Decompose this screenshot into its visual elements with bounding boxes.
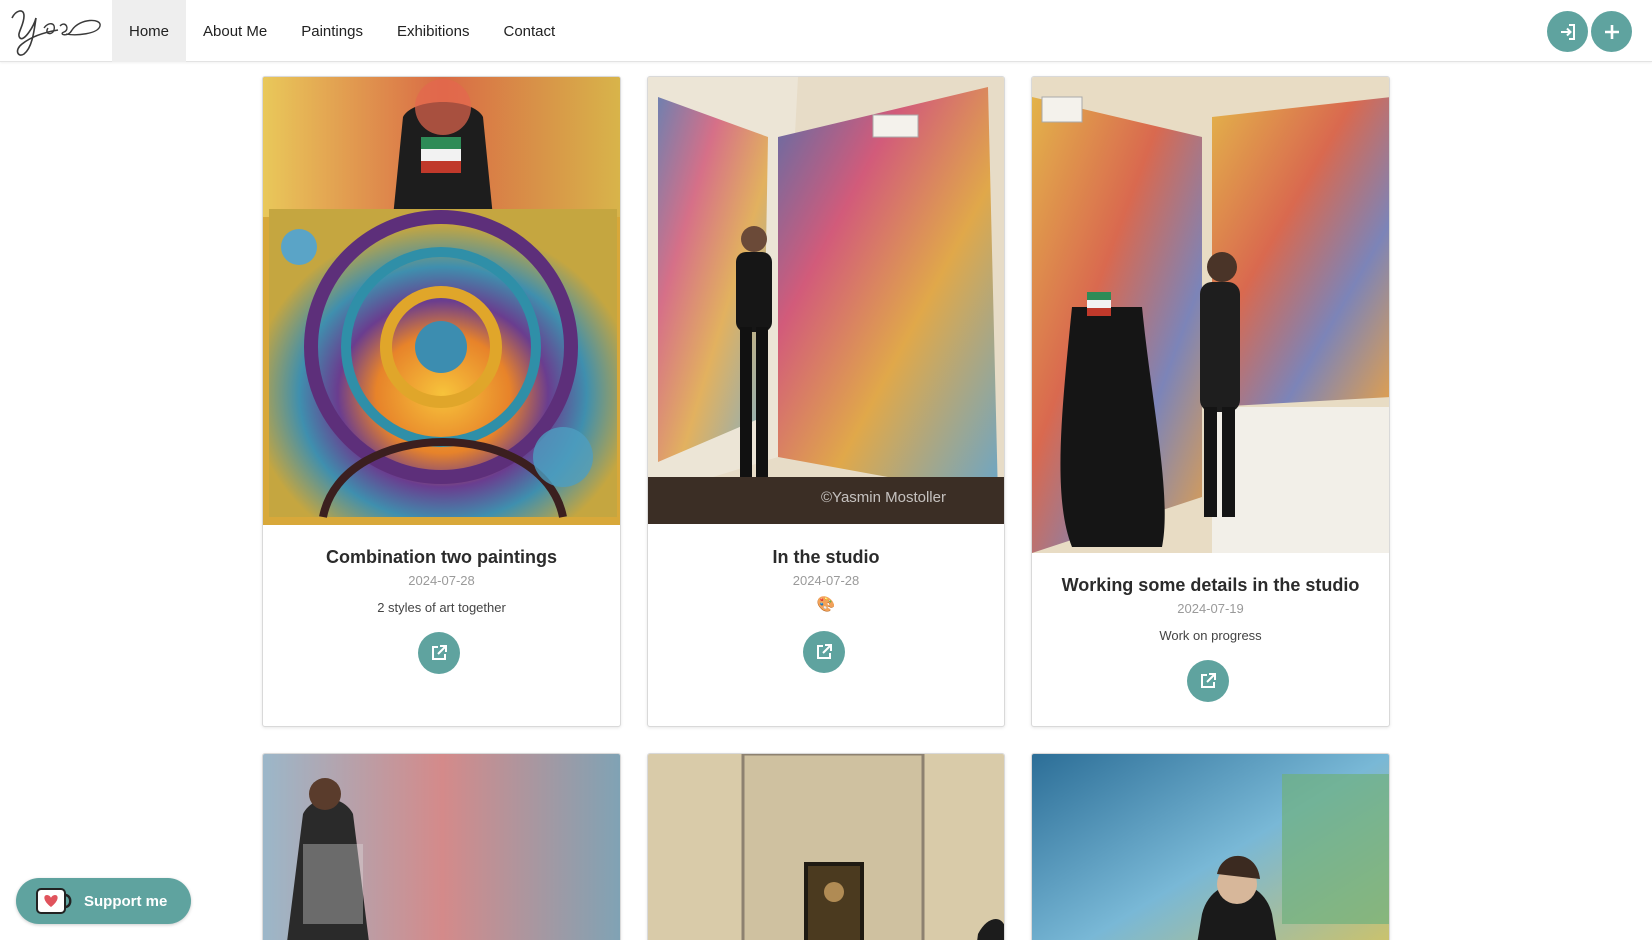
card-description: 🎨 (816, 596, 836, 613)
external-link-icon (817, 644, 832, 659)
top-navbar: Home About Me Paintings Exhibitions Cont… (0, 0, 1652, 62)
post-card: ©Yasmin Mostoller In the studio 2024-07-… (647, 76, 1005, 727)
login-button[interactable] (1547, 11, 1588, 52)
post-image[interactable] (263, 77, 620, 525)
main-nav: Home About Me Paintings Exhibitions Cont… (112, 0, 572, 62)
post-card: Combination two paintings 2024-07-28 2 s… (262, 76, 621, 727)
sign-in-icon (1560, 23, 1575, 40)
open-post-button[interactable] (418, 632, 460, 674)
post-image[interactable]: ©Yasmin Mostoller (648, 77, 1004, 524)
nav-about-me[interactable]: About Me (186, 0, 284, 62)
support-me-label: Support me (84, 892, 168, 910)
card-title: In the studio (772, 547, 880, 567)
post-card (262, 753, 621, 940)
external-link-icon (432, 645, 447, 660)
post-image[interactable] (1032, 754, 1389, 940)
coffee-cup-heart-icon (36, 888, 72, 914)
post-image[interactable] (1032, 77, 1389, 553)
nav-paintings[interactable]: Paintings (284, 0, 380, 62)
card-description: Work on progress (1159, 628, 1262, 643)
image-watermark: ©Yasmin Mostoller (821, 489, 946, 506)
nav-exhibitions[interactable]: Exhibitions (380, 0, 487, 62)
post-card (1031, 753, 1390, 940)
plus-icon (1604, 24, 1619, 39)
post-card: Working some details in the studio 2024-… (1031, 76, 1390, 727)
card-description: 2 styles of art together (377, 600, 506, 615)
post-card (647, 753, 1005, 940)
card-title: Combination two paintings (326, 547, 557, 567)
open-post-button[interactable] (1187, 660, 1229, 702)
post-image[interactable] (648, 754, 1004, 940)
support-me-button[interactable]: Support me (16, 878, 191, 924)
card-date: 2024-07-19 (1177, 601, 1244, 616)
open-post-button[interactable] (803, 631, 845, 673)
add-button[interactable] (1591, 11, 1632, 52)
card-date: 2024-07-28 (792, 573, 860, 588)
nav-contact[interactable]: Contact (487, 0, 573, 62)
post-image[interactable] (263, 754, 620, 940)
card-title: Working some details in the studio (1061, 575, 1360, 595)
site-logo[interactable] (6, 4, 106, 56)
external-link-icon (1201, 673, 1216, 688)
nav-home[interactable]: Home (112, 0, 187, 62)
card-date: 2024-07-28 (408, 573, 475, 588)
